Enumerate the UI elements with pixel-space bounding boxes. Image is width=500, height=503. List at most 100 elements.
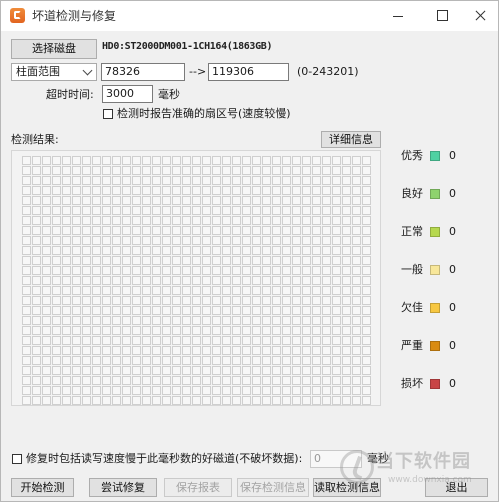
sector-cell — [42, 186, 51, 195]
sector-cell — [322, 246, 331, 255]
range-end-input[interactable]: 119306 — [208, 63, 289, 81]
sector-cell — [172, 276, 181, 285]
sector-cell — [162, 236, 171, 245]
sector-cell — [242, 206, 251, 215]
sector-cell — [182, 296, 191, 305]
sector-cell — [72, 376, 81, 385]
sector-cell — [142, 346, 151, 355]
sector-cell — [72, 236, 81, 245]
sector-cell — [262, 326, 271, 335]
sector-cell — [92, 156, 101, 165]
sector-cell — [172, 366, 181, 375]
sector-cell — [22, 296, 31, 305]
sector-cell — [272, 306, 281, 315]
sector-cell — [192, 396, 201, 405]
sector-cell — [292, 266, 301, 275]
sector-cell — [142, 206, 151, 215]
sector-cell — [292, 356, 301, 365]
sector-cell — [222, 376, 231, 385]
report-sector-checkbox[interactable] — [103, 109, 113, 119]
read-detection-info-button[interactable]: 读取检测信息 — [313, 478, 381, 497]
sector-cell — [272, 246, 281, 255]
legend-swatch — [430, 341, 440, 351]
sector-cell — [42, 356, 51, 365]
details-button[interactable]: 详细信息 — [321, 131, 381, 148]
sector-cell — [252, 236, 261, 245]
sector-cell — [82, 276, 91, 285]
sector-cell — [252, 346, 261, 355]
sector-cell — [242, 346, 251, 355]
sector-cell — [362, 216, 371, 225]
sector-cell — [162, 226, 171, 235]
sector-cell — [112, 246, 121, 255]
sector-cell — [32, 226, 41, 235]
sector-cell — [92, 236, 101, 245]
sector-cell — [72, 206, 81, 215]
sector-cell — [272, 186, 281, 195]
range-hint: (0-243201) — [297, 65, 359, 78]
sector-cell — [182, 396, 191, 405]
save-report-button[interactable]: 保存报表 — [164, 478, 232, 497]
maximize-icon[interactable] — [420, 1, 465, 31]
sector-cell — [342, 396, 351, 405]
sector-cell — [292, 326, 301, 335]
exit-button[interactable]: 退出 — [425, 478, 488, 497]
try-repair-button[interactable]: 尝试修复 — [89, 478, 157, 497]
sector-cell — [232, 166, 241, 175]
sector-cell — [352, 196, 361, 205]
sector-cell — [92, 216, 101, 225]
sector-cell — [192, 236, 201, 245]
sector-cell — [32, 216, 41, 225]
close-icon[interactable] — [464, 1, 498, 31]
timeout-input[interactable]: 3000 — [102, 85, 153, 103]
sector-cell — [102, 226, 111, 235]
sector-cell — [192, 356, 201, 365]
sector-cell — [82, 376, 91, 385]
sector-cell — [172, 356, 181, 365]
sector-cell — [352, 186, 361, 195]
sector-cell — [282, 266, 291, 275]
sector-cell — [22, 316, 31, 325]
sector-cell — [122, 226, 131, 235]
sector-cell — [122, 396, 131, 405]
select-disk-button[interactable]: 选择磁盘 — [11, 39, 97, 59]
sector-cell — [322, 336, 331, 345]
start-detect-button[interactable]: 开始检测 — [11, 478, 74, 497]
sector-cell — [142, 286, 151, 295]
sector-cell — [252, 156, 261, 165]
minimize-icon[interactable] — [376, 1, 421, 31]
sector-cell — [212, 266, 221, 275]
sector-cell — [142, 196, 151, 205]
sector-cell — [242, 326, 251, 335]
sector-cell — [342, 336, 351, 345]
repair-slow-tracks-checkbox[interactable] — [12, 454, 22, 464]
sector-cell — [322, 306, 331, 315]
sector-cell — [282, 366, 291, 375]
sector-cell — [112, 156, 121, 165]
range-start-input[interactable]: 78326 — [101, 63, 185, 81]
legend-item-damaged: 损坏 0 — [401, 376, 461, 392]
sector-cell — [352, 156, 361, 165]
sector-cell — [222, 196, 231, 205]
sector-cell — [152, 186, 161, 195]
sector-cell — [182, 376, 191, 385]
sector-cell — [342, 306, 351, 315]
sector-cell — [342, 236, 351, 245]
sector-cell — [362, 376, 371, 385]
sector-cell — [242, 226, 251, 235]
sector-cell — [182, 196, 191, 205]
sector-cell — [362, 186, 371, 195]
sector-cell — [172, 236, 181, 245]
sector-cell — [202, 386, 211, 395]
title-bar[interactable]: 坏道检测与修复 — [1, 1, 498, 31]
legend-item-excellent: 优秀 0 — [401, 148, 461, 164]
sector-cell — [212, 386, 221, 395]
sector-cell — [32, 176, 41, 185]
sector-cell — [152, 386, 161, 395]
sector-cell — [272, 326, 281, 335]
range-mode-select[interactable]: 柱面范围 — [11, 63, 97, 81]
sector-cell — [322, 326, 331, 335]
save-detection-info-button[interactable]: 保存检测信息 — [237, 478, 309, 497]
sector-cell — [222, 206, 231, 215]
repair-threshold-input[interactable]: 0 — [310, 450, 362, 468]
